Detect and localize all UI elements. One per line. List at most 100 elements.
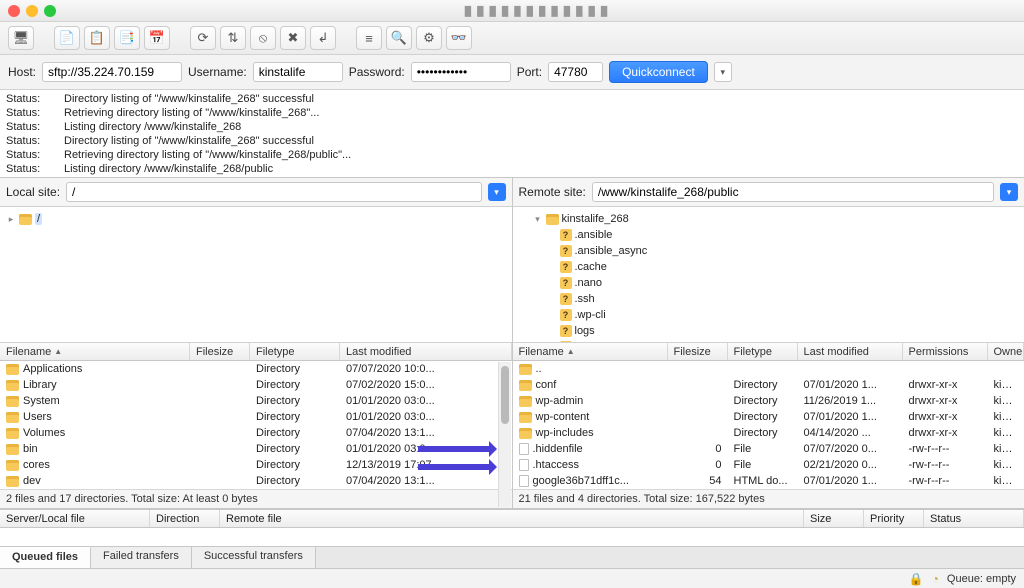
list-item[interactable]: wp-contentDirectory07/01/2020 1...drwxr-…	[513, 409, 1024, 425]
col-modified[interactable]: Last modified	[798, 343, 903, 360]
remote-path-input[interactable]	[592, 182, 994, 202]
unknown-icon: ?	[560, 293, 572, 305]
local-list-header[interactable]: Filename▲ Filesize Filetype Last modifie…	[0, 343, 512, 361]
tree-item[interactable]: ▾kinstalife_268	[519, 211, 1019, 227]
queue-header[interactable]: Server/Local file Direction Remote file …	[0, 510, 1024, 528]
remote-pane: Remote site: ▾ ▾kinstalife_268?.ansible?…	[512, 178, 1024, 509]
local-list-body[interactable]: ApplicationsDirectory07/07/2020 10:0...L…	[0, 361, 512, 489]
col-direction[interactable]: Direction	[150, 510, 220, 527]
folder-icon	[519, 380, 532, 391]
folder-icon	[6, 364, 19, 375]
col-filesize[interactable]: Filesize	[190, 343, 250, 360]
local-tree[interactable]: ▸ /	[0, 207, 512, 343]
list-item[interactable]: coresDirectory12/13/2019 17:07...	[0, 457, 512, 473]
disconnect-icon[interactable]: ✖	[280, 26, 306, 50]
col-modified[interactable]: Last modified	[340, 343, 512, 360]
zoom-window-icon[interactable]	[44, 5, 56, 17]
port-input[interactable]	[548, 62, 603, 82]
toggle-tree-icon[interactable]: 📋	[84, 26, 110, 50]
toggle-multi-icon[interactable]: 📅	[144, 26, 170, 50]
tree-item[interactable]: ?logs	[519, 323, 1019, 339]
col-priority[interactable]: Priority	[864, 510, 924, 527]
process-queue-icon[interactable]: ⇅	[220, 26, 246, 50]
col-filetype[interactable]: Filetype	[250, 343, 340, 360]
search-icon[interactable]: 🔍	[386, 26, 412, 50]
tree-item[interactable]: ?.nano	[519, 275, 1019, 291]
remote-tree[interactable]: ▾kinstalife_268?.ansible?.ansible_async?…	[513, 207, 1024, 343]
window-title: ████████████	[62, 6, 1016, 16]
gear-icon[interactable]: ⚙	[416, 26, 442, 50]
transfer-queue: Server/Local file Direction Remote file …	[0, 510, 1024, 546]
folder-icon	[519, 428, 532, 439]
col-status[interactable]: Status	[924, 510, 1024, 527]
reconnect-icon[interactable]: ↲	[310, 26, 336, 50]
col-server-local[interactable]: Server/Local file	[0, 510, 150, 527]
toggle-log-icon[interactable]: 📄	[54, 26, 80, 50]
host-input[interactable]	[42, 62, 182, 82]
toggle-queue-icon[interactable]: 📑	[114, 26, 140, 50]
local-scrollbar[interactable]	[498, 362, 511, 507]
remote-list-header[interactable]: Filename▲ Filesize Filetype Last modifie…	[513, 343, 1024, 361]
list-item[interactable]: devDirectory07/04/2020 13:1...	[0, 473, 512, 489]
quickconnect-history-dropdown[interactable]: ▾	[714, 62, 732, 82]
close-window-icon[interactable]	[8, 5, 20, 17]
tree-item[interactable]: ?.ssh	[519, 291, 1019, 307]
col-owner[interactable]: Owner/Group	[988, 343, 1024, 360]
compare-icon[interactable]: 👓	[446, 26, 472, 50]
list-item[interactable]: SystemDirectory01/01/2020 03:0...	[0, 393, 512, 409]
list-item[interactable]: LibraryDirectory07/02/2020 15:0...	[0, 377, 512, 393]
list-item[interactable]: .htaccess0File02/21/2020 0...-rw-r--r--k…	[513, 457, 1024, 473]
chevron-icon[interactable]: ▾	[533, 214, 543, 225]
tree-item[interactable]: ?.wp-cli	[519, 307, 1019, 323]
password-label: Password:	[349, 65, 405, 79]
local-path-dropdown[interactable]: ▾	[488, 183, 506, 201]
log-line: Status:Directory listing of "/www/kinsta…	[6, 92, 1018, 106]
col-size[interactable]: Size	[804, 510, 864, 527]
footer-status-bar: 🔒 ◔ Queue: empty	[0, 568, 1024, 588]
tab-failed[interactable]: Failed transfers	[91, 547, 192, 568]
col-remote-file[interactable]: Remote file	[220, 510, 804, 527]
list-item[interactable]: ApplicationsDirectory07/07/2020 10:0...	[0, 361, 512, 377]
message-log[interactable]: Status:Directory listing of "/www/kinsta…	[0, 90, 1024, 178]
panes-container: Local site: ▾ ▸ / Filename▲ Filesize Fil…	[0, 178, 1024, 510]
username-input[interactable]	[253, 62, 343, 82]
tree-item[interactable]: ?.ansible	[519, 227, 1019, 243]
local-path-input[interactable]	[66, 182, 481, 202]
list-item[interactable]: wp-adminDirectory11/26/2019 1...drwxr-xr…	[513, 393, 1024, 409]
tree-item[interactable]: ?.ansible_async	[519, 243, 1019, 259]
site-manager-icon[interactable]: 🖥	[8, 26, 34, 50]
col-permissions[interactable]: Permissions	[903, 343, 988, 360]
remote-path-dropdown[interactable]: ▾	[1000, 183, 1018, 201]
refresh-icon[interactable]: ⟳	[190, 26, 216, 50]
list-item[interactable]: ..	[513, 361, 1024, 377]
minimize-window-icon[interactable]	[26, 5, 38, 17]
quickconnect-button[interactable]: Quickconnect	[609, 61, 708, 83]
cancel-icon[interactable]: ⦸	[250, 26, 276, 50]
tree-item[interactable]: ?.cache	[519, 259, 1019, 275]
list-item[interactable]: .hiddenfile0File07/07/2020 0...-rw-r--r-…	[513, 441, 1024, 457]
filter-icon[interactable]: ≡	[356, 26, 382, 50]
tab-successful[interactable]: Successful transfers	[192, 547, 316, 568]
chevron-right-icon[interactable]: ▸	[6, 214, 16, 225]
queue-body[interactable]	[0, 528, 1024, 546]
col-filesize[interactable]: Filesize	[668, 343, 728, 360]
local-tree-root[interactable]: ▸ /	[6, 211, 506, 227]
folder-icon	[6, 444, 19, 455]
username-label: Username:	[188, 65, 247, 79]
log-line: Status:Retrieving directory listing of "…	[6, 148, 1018, 162]
queue-tabs: Queued files Failed transfers Successful…	[0, 546, 1024, 568]
port-label: Port:	[517, 65, 542, 79]
remote-list-body[interactable]: ..confDirectory07/01/2020 1...drwxr-xr-x…	[513, 361, 1024, 489]
col-filename[interactable]: Filename▲	[513, 343, 668, 360]
folder-icon	[6, 412, 19, 423]
col-filename[interactable]: Filename▲	[0, 343, 190, 360]
tab-queued[interactable]: Queued files	[0, 547, 91, 568]
col-filetype[interactable]: Filetype	[728, 343, 798, 360]
list-item[interactable]: VolumesDirectory07/04/2020 13:1...	[0, 425, 512, 441]
list-item[interactable]: confDirectory07/01/2020 1...drwxr-xr-xki…	[513, 377, 1024, 393]
list-item[interactable]: UsersDirectory01/01/2020 03:0...	[0, 409, 512, 425]
list-item[interactable]: binDirectory01/01/2020 03:0...	[0, 441, 512, 457]
list-item[interactable]: wp-includesDirectory04/14/2020 ...drwxr-…	[513, 425, 1024, 441]
list-item[interactable]: google36b71dff1c...54HTML do...07/01/202…	[513, 473, 1024, 489]
password-input[interactable]	[411, 62, 511, 82]
